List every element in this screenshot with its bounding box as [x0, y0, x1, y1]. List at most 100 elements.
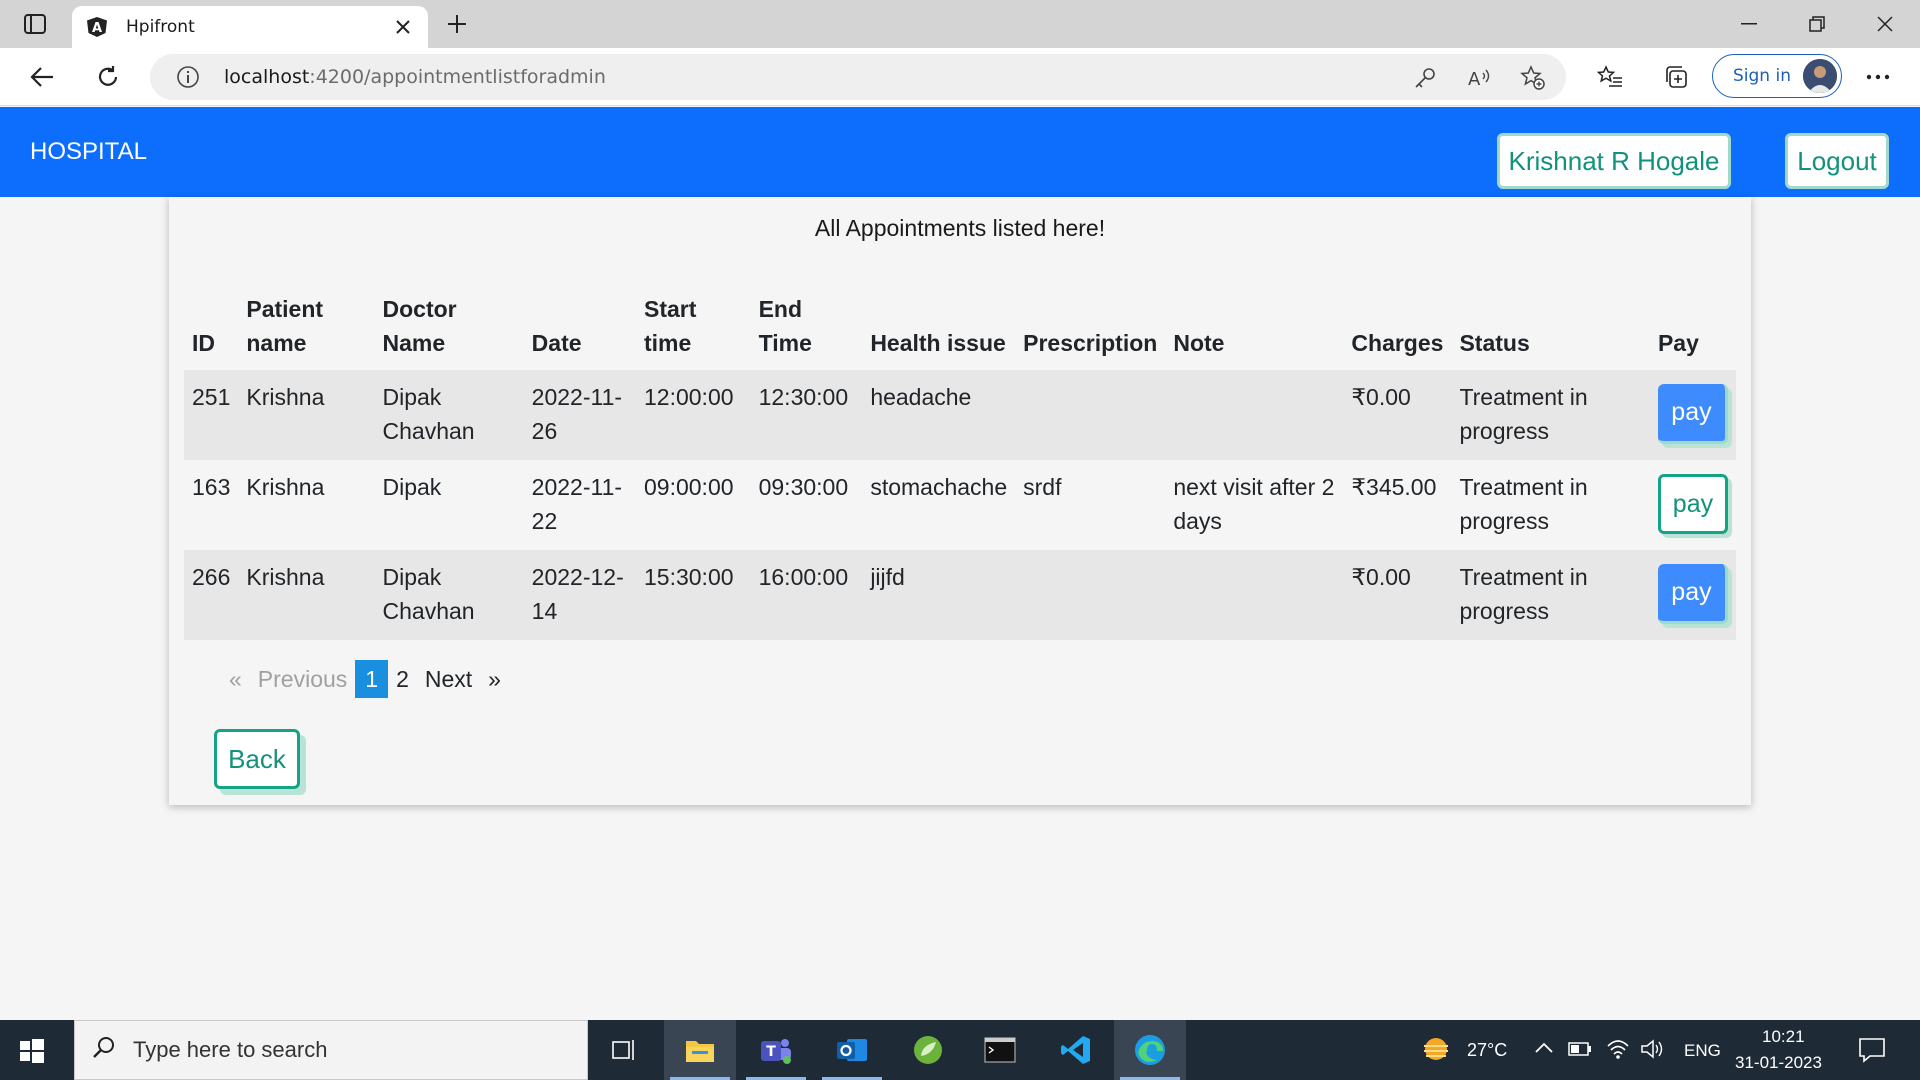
- cell-health-issue: stomachache: [870, 474, 1008, 500]
- pagination-page-2[interactable]: 2: [388, 660, 417, 698]
- file-explorer-icon[interactable]: [664, 1020, 736, 1080]
- column-header-charges: Charges: [1351, 330, 1444, 356]
- logout-button[interactable]: Logout: [1785, 133, 1889, 189]
- avatar: [1803, 59, 1837, 93]
- spring-tool-icon[interactable]: [892, 1020, 964, 1080]
- column-header-note: Note: [1173, 330, 1225, 356]
- task-view-icon[interactable]: [588, 1020, 660, 1080]
- pay-button[interactable]: pay: [1657, 474, 1728, 534]
- table-header-row: ID Patient name Doctor Name Date Start time…: [184, 292, 1736, 370]
- wifi-icon[interactable]: [1606, 1038, 1630, 1065]
- close-tab-icon[interactable]: [392, 16, 414, 38]
- url-text: localhost:4200/appointmentlistforadmin: [224, 66, 606, 88]
- new-tab-icon[interactable]: [440, 10, 474, 38]
- column-header-prescription: Prescription: [1023, 330, 1158, 356]
- cell-status: Treatment in progress: [1459, 564, 1588, 624]
- svg-text:A: A: [92, 21, 102, 36]
- cell-end-time: 12:30:00: [758, 384, 849, 410]
- svg-text:T: T: [766, 1044, 776, 1060]
- browser-tab-active[interactable]: A Hpifront: [72, 6, 428, 48]
- more-options-icon[interactable]: [1858, 57, 1898, 97]
- tab-actions-icon[interactable]: [18, 10, 52, 38]
- language-indicator[interactable]: ENG: [1684, 1041, 1721, 1061]
- outlook-icon[interactable]: [816, 1020, 888, 1080]
- read-aloud-icon[interactable]: A: [1466, 65, 1492, 91]
- cell-date: 2022-11- 26: [531, 384, 623, 444]
- edge-icon[interactable]: [1114, 1020, 1186, 1080]
- favorites-icon[interactable]: [1590, 57, 1630, 97]
- taskbar-search[interactable]: Type here to search: [74, 1020, 588, 1080]
- cell-status: Treatment in progress: [1459, 474, 1588, 534]
- pagination-prev-arrow: «: [229, 665, 242, 692]
- pagination-next[interactable]: Next: [417, 660, 480, 698]
- cell-id: 251: [192, 384, 231, 410]
- chevron-up-icon[interactable]: [1534, 1040, 1554, 1059]
- pagination: « Previous 1 2 Next »: [221, 659, 509, 699]
- windows-taskbar: Type here to search T 27°C ENG 10:21 31-…: [0, 1020, 1920, 1080]
- appointments-card: All Appointments listed here! ID Patient…: [169, 197, 1751, 805]
- refresh-icon[interactable]: [88, 57, 128, 97]
- cell-charges: ₹345.00: [1351, 474, 1437, 500]
- pagination-page-1[interactable]: 1: [355, 660, 389, 698]
- table-row: 251 Krishna Dipak Chavhan 2022-11- 26 12:0…: [184, 370, 1736, 460]
- cell-id: 266: [192, 564, 231, 590]
- weather-icon[interactable]: [1418, 1032, 1456, 1071]
- cell-pay: pay: [1650, 460, 1736, 550]
- notifications-icon[interactable]: [1858, 1037, 1886, 1068]
- back-button[interactable]: Back: [214, 729, 300, 789]
- temperature-text[interactable]: 27°C: [1467, 1040, 1507, 1061]
- cell-patient: Krishna: [246, 474, 325, 500]
- cell-start-time: 15:30:00: [644, 564, 734, 590]
- collections-icon[interactable]: [1656, 57, 1696, 97]
- column-header-doctor: Doctor Name: [382, 296, 457, 356]
- cell-doctor: Dipak: [382, 474, 442, 500]
- back-arrow-icon[interactable]: [22, 57, 62, 97]
- search-placeholder: Type here to search: [133, 1037, 328, 1062]
- cell-health-issue: jijfd: [870, 564, 905, 590]
- cell-date: 2022-11- 22: [531, 474, 623, 534]
- cell-health-issue: headache: [870, 384, 972, 410]
- restore-icon[interactable]: [1788, 6, 1846, 42]
- site-info-icon[interactable]: [176, 65, 200, 89]
- sign-in-button[interactable]: Sign in: [1712, 54, 1842, 98]
- pay-button[interactable]: pay: [1657, 384, 1728, 444]
- add-favorite-icon[interactable]: [1520, 65, 1546, 91]
- cell-charges: ₹0.00: [1351, 564, 1411, 590]
- pay-button[interactable]: pay: [1657, 564, 1728, 624]
- teams-icon[interactable]: T: [740, 1020, 812, 1080]
- key-icon[interactable]: [1412, 65, 1438, 91]
- pagination-previous: Previous: [257, 665, 348, 692]
- vscode-icon[interactable]: [1040, 1020, 1112, 1080]
- volume-icon[interactable]: [1640, 1038, 1664, 1065]
- cell-date: 2022-12- 14: [531, 564, 624, 624]
- clock-time[interactable]: 10:21: [1762, 1027, 1805, 1047]
- close-window-icon[interactable]: [1856, 6, 1914, 42]
- terminal-icon[interactable]: [964, 1020, 1036, 1080]
- cell-note: [1165, 550, 1343, 640]
- minimize-icon[interactable]: [1720, 6, 1778, 42]
- column-header-start-time: Start time: [644, 296, 697, 356]
- cell-end-time: 16:00:00: [758, 564, 849, 590]
- cell-pay: pay: [1650, 370, 1736, 460]
- user-profile-button[interactable]: Krishnat R Hogale: [1497, 133, 1731, 189]
- tab-title: Hpifront: [126, 17, 195, 37]
- column-header-date: Date: [531, 330, 582, 356]
- cell-doctor: Dipak Chavhan: [382, 384, 475, 444]
- brand-link[interactable]: HOSPITAL: [30, 138, 147, 166]
- cell-id: 163: [192, 474, 231, 500]
- cell-charges: ₹0.00: [1351, 384, 1411, 410]
- cell-end-time: 09:30:00: [758, 474, 849, 500]
- address-bar[interactable]: localhost:4200/appointmentlistforadmin A: [150, 54, 1566, 100]
- cell-prescription: [1015, 550, 1165, 640]
- column-header-patient: Patient name: [246, 296, 324, 356]
- browser-tab-bar: A Hpifront: [0, 0, 1920, 48]
- app-header: HOSPITAL Krishnat R Hogale Logout: [0, 107, 1920, 197]
- search-icon: [91, 1035, 117, 1066]
- appointments-table: ID Patient name Doctor Name Date Start time…: [184, 292, 1736, 640]
- clock-date[interactable]: 31-01-2023: [1735, 1053, 1822, 1073]
- column-header-health-issue: Health issue: [870, 330, 1006, 356]
- battery-icon[interactable]: [1568, 1041, 1592, 1062]
- pagination-next-arrow[interactable]: »: [480, 660, 509, 698]
- cell-patient: Krishna: [246, 384, 325, 410]
- windows-start-icon[interactable]: [14, 1034, 48, 1068]
